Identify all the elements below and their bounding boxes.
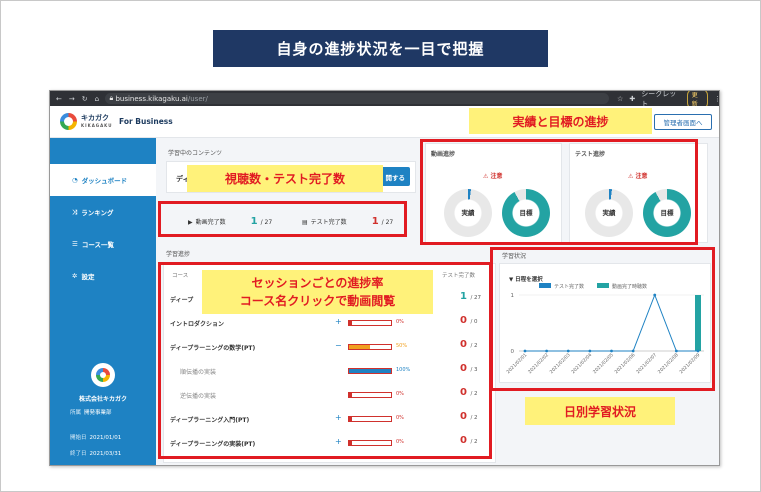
brand-logo-icon[interactable] <box>60 113 77 130</box>
department-label: 所属 <box>70 410 82 416</box>
callout-view-counts: 視聴数・テスト完了数 <box>187 165 383 192</box>
department-info: 所属 開発事業部 <box>70 408 112 416</box>
star-icon[interactable]: ☆ <box>617 95 623 103</box>
progress-section-label: 学習進捗 <box>166 251 191 258</box>
reload-icon[interactable]: ↻ <box>82 95 88 103</box>
sidebar-item-dashboard[interactable]: ◔ ダッシュボード <box>50 164 156 196</box>
end-date-value: 2021/03/31 <box>89 451 122 457</box>
gear-icon: ✲ <box>72 272 78 280</box>
highlight-chart <box>490 247 715 391</box>
sidebar: ◔ ダッシュボード ⤨ ランキング ☰ コース一覧 ✲ 設定 株式会社キカガク … <box>50 138 156 465</box>
callout-session-line1: セッションごとの進捗率 <box>251 276 384 290</box>
start-date-label: 開始日 <box>70 435 87 441</box>
browser-toolbar: ← → ↻ ⌂ 🔒︎ business.kikagaku.ai /user/ ☆… <box>50 91 719 109</box>
brand-subtext: KIKAGAKU <box>81 123 113 128</box>
start-date-value: 2021/01/01 <box>89 435 122 441</box>
callout-session-line2: コース名クリックで動画閲覧 <box>239 294 396 308</box>
url-path: /user/ <box>187 94 208 103</box>
callout-daily: 日別学習状況 <box>525 397 675 425</box>
sidebar-item-ranking[interactable]: ⤨ ランキング <box>50 196 156 228</box>
sidebar-item-courses[interactable]: ☰ コース一覧 <box>50 228 156 260</box>
department-value: 開発事業部 <box>84 410 112 416</box>
address-bar[interactable]: 🔒︎ business.kikagaku.ai /user/ <box>104 93 610 104</box>
shuffle-icon: ⤨ <box>72 207 78 216</box>
org-name: 株式会社キカガク <box>78 396 127 403</box>
org-logo-icon <box>91 363 115 387</box>
list-icon: ☰ <box>72 240 78 248</box>
home-icon[interactable]: ⌂ <box>95 95 99 103</box>
highlight-donuts <box>420 139 698 245</box>
sidebar-item-label: ランキング <box>81 209 114 217</box>
callout-goal-progress: 実績と目標の進捗 <box>469 108 652 134</box>
callout-session-progress: セッションごとの進捗率 コース名クリックで動画閲覧 <box>202 270 433 314</box>
brand-name: キカガク KIKAGAKU <box>81 114 112 130</box>
dashboard-icon: ◔ <box>72 176 78 184</box>
sidebar-item-label: ダッシュボード <box>81 177 128 185</box>
menu-icon[interactable]: ⋮ <box>714 95 719 103</box>
sidebar-item-label: コース一覧 <box>81 241 115 249</box>
admin-button[interactable]: 管理者画面へ <box>654 114 712 130</box>
back-icon[interactable]: ← <box>56 95 62 103</box>
extension-icon[interactable]: ✚ <box>629 95 635 103</box>
product-name: For Business <box>119 117 173 126</box>
browser-nav: ← → ↻ ⌂ <box>50 95 105 103</box>
start-date-info: 開始日 2021/01/01 <box>70 433 121 441</box>
brand-text: キカガク <box>81 114 109 122</box>
highlight-counts <box>158 201 407 237</box>
learning-content-label: 学習中のコンテンツ <box>168 150 223 157</box>
sidebar-item-settings[interactable]: ✲ 設定 <box>50 260 156 292</box>
slide-title: 自身の進捗状況を一目で把握 <box>213 30 548 67</box>
sidebar-item-label: 設定 <box>81 273 95 281</box>
end-date-info: 終了日 2021/03/31 <box>70 449 121 457</box>
url-host: business.kikagaku.ai <box>115 94 188 103</box>
forward-icon[interactable]: → <box>69 95 75 103</box>
end-date-label: 終了日 <box>70 451 87 457</box>
